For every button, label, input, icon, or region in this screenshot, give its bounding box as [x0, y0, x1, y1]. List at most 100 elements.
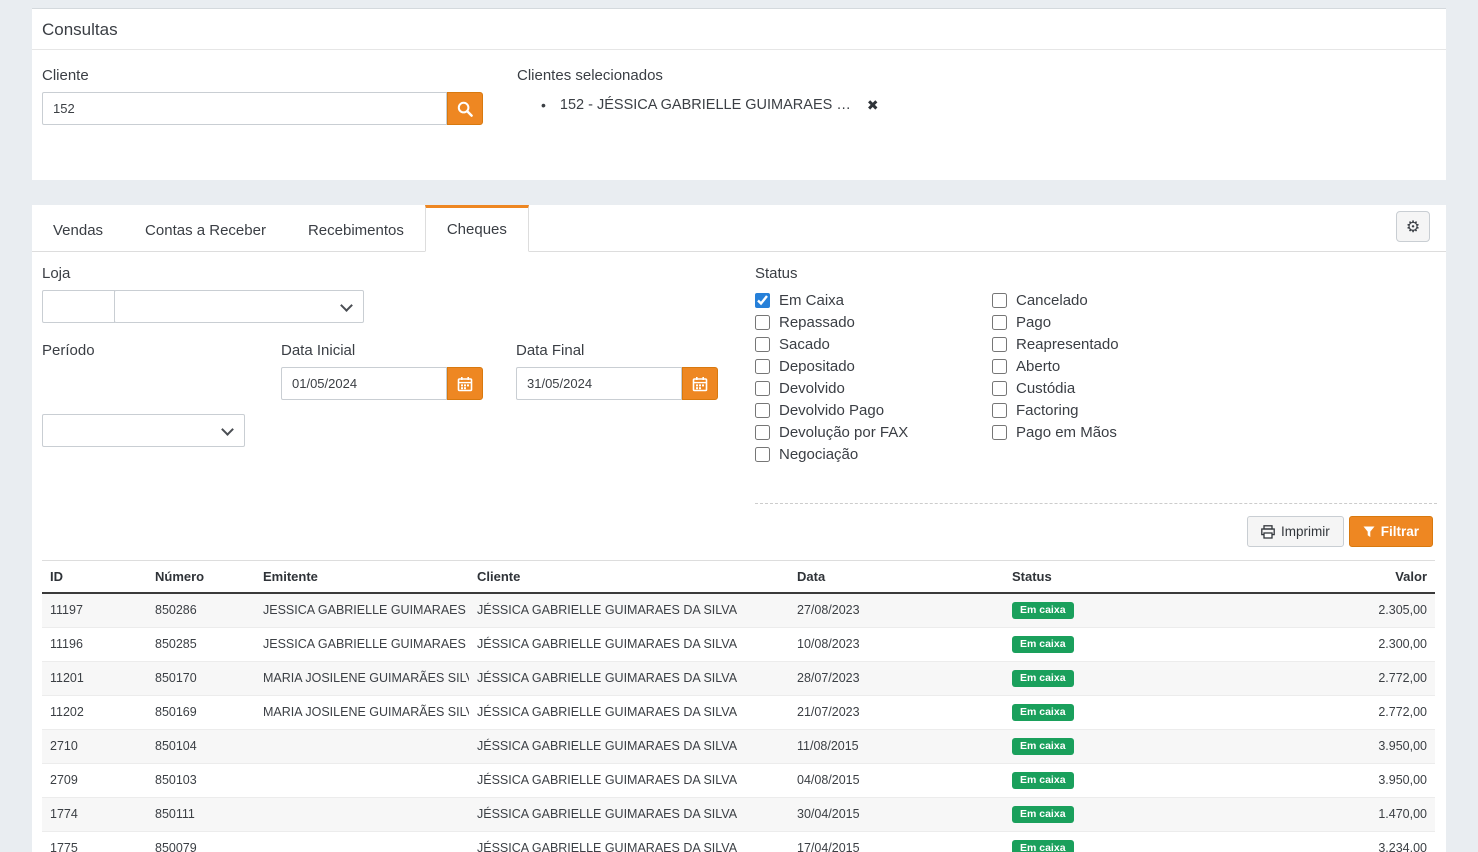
- cell-id: 11202: [42, 696, 147, 730]
- table-body: 11197850286JESSICA GABRIELLE GUIMARAES D…: [42, 593, 1435, 852]
- status-badge: Em caixa: [1012, 806, 1074, 823]
- status-option-label: Repassado: [779, 314, 855, 331]
- status-checkbox-devolvido-pago[interactable]: [755, 403, 770, 418]
- cell-valor: 2.772,00: [1204, 696, 1435, 730]
- status-option-em-caixa[interactable]: Em Caixa: [755, 289, 908, 311]
- cell-id: 1774: [42, 798, 147, 832]
- status-option-devolucao-por-fax[interactable]: Devolução por FAX: [755, 421, 908, 443]
- cell-id: 2709: [42, 764, 147, 798]
- status-badge: Em caixa: [1012, 738, 1074, 755]
- status-badge: Em caixa: [1012, 670, 1074, 687]
- status-checkbox-pago[interactable]: [992, 315, 1007, 330]
- cell-id: 1775: [42, 832, 147, 852]
- cliente-search-button[interactable]: [447, 92, 483, 125]
- status-checkbox-factoring[interactable]: [992, 403, 1007, 418]
- filtrar-button[interactable]: Filtrar: [1349, 516, 1433, 547]
- status-checkbox-pago-em-maos[interactable]: [992, 425, 1007, 440]
- cell-status: Em caixa: [1004, 696, 1204, 730]
- search-icon: [457, 101, 473, 117]
- status-badge: Em caixa: [1012, 772, 1074, 789]
- cell-emitente: [255, 832, 469, 852]
- cell-valor: 2.300,00: [1204, 628, 1435, 662]
- tab-vendas[interactable]: Vendas: [32, 205, 124, 252]
- status-option-label: Depositado: [779, 358, 855, 375]
- page-title: Consultas: [32, 9, 1446, 50]
- cell-valor: 1.470,00: [1204, 798, 1435, 832]
- data-final-calendar-button[interactable]: [682, 367, 718, 400]
- cell-cliente: JÉSSICA GABRIELLE GUIMARAES DA SILVA: [469, 798, 789, 832]
- cell-emitente: JESSICA GABRIELLE GUIMARAES D…: [255, 593, 469, 628]
- periodo-label: Período: [42, 342, 95, 359]
- cell-status: Em caixa: [1004, 798, 1204, 832]
- settings-button[interactable]: ⚙: [1396, 211, 1430, 242]
- status-checkbox-custodia[interactable]: [992, 381, 1007, 396]
- status-option-reapresentado[interactable]: Reapresentado: [992, 333, 1119, 355]
- cell-data: 28/07/2023: [789, 662, 1004, 696]
- status-checkbox-cancelado[interactable]: [992, 293, 1007, 308]
- status-option-aberto[interactable]: Aberto: [992, 355, 1119, 377]
- cell-emitente: [255, 730, 469, 764]
- column-header-status: Status: [1004, 561, 1204, 594]
- status-checkbox-reapresentado[interactable]: [992, 337, 1007, 352]
- status-checkbox-sacado[interactable]: [755, 337, 770, 352]
- cell-numero: 850286: [147, 593, 255, 628]
- column-header-valor: Valor: [1204, 561, 1435, 594]
- tab-recebimentos[interactable]: Recebimentos: [287, 205, 425, 252]
- status-column-1: Em Caixa Repassado Sacado Depositado Devolvi…: [755, 289, 908, 465]
- status-option-cancelado[interactable]: Cancelado: [992, 289, 1119, 311]
- tab-cheques[interactable]: Cheques: [425, 205, 529, 252]
- status-option-custodia[interactable]: Custódia: [992, 377, 1119, 399]
- cell-cliente: JÉSSICA GABRIELLE GUIMARAES DA SILVA: [469, 662, 789, 696]
- status-badge: Em caixa: [1012, 636, 1074, 653]
- selected-clients-list: •152 - JÉSSICA GABRIELLE GUIMARAES …✖: [517, 92, 879, 118]
- status-option-depositado[interactable]: Depositado: [755, 355, 908, 377]
- data-final-input[interactable]: [516, 367, 682, 400]
- status-checkbox-em-caixa[interactable]: [755, 293, 770, 308]
- status-option-sacado[interactable]: Sacado: [755, 333, 908, 355]
- cell-emitente: JESSICA GABRIELLE GUIMARAES D…: [255, 628, 469, 662]
- cell-cliente: JÉSSICA GABRIELLE GUIMARAES DA SILVA: [469, 628, 789, 662]
- cell-valor: 3.234,00: [1204, 832, 1435, 852]
- table-row: 2710850104JÉSSICA GABRIELLE GUIMARAES DA…: [42, 730, 1435, 764]
- cell-valor: 3.950,00: [1204, 764, 1435, 798]
- table-row: 2709850103JÉSSICA GABRIELLE GUIMARAES DA…: [42, 764, 1435, 798]
- status-option-repassado[interactable]: Repassado: [755, 311, 908, 333]
- data-inicial-calendar-button[interactable]: [447, 367, 483, 400]
- cell-numero: 850170: [147, 662, 255, 696]
- cell-status: Em caixa: [1004, 832, 1204, 852]
- remove-client-icon[interactable]: ✖: [867, 97, 879, 114]
- status-option-pago-em-maos[interactable]: Pago em Mãos: [992, 421, 1119, 443]
- cell-cliente: JÉSSICA GABRIELLE GUIMARAES DA SILVA: [469, 764, 789, 798]
- cell-valor: 2.772,00: [1204, 662, 1435, 696]
- imprimir-button[interactable]: Imprimir: [1247, 516, 1344, 547]
- status-checkbox-aberto[interactable]: [992, 359, 1007, 374]
- loja-code-input[interactable]: [42, 290, 115, 323]
- status-checkbox-devolvido[interactable]: [755, 381, 770, 396]
- status-checkbox-negociacao[interactable]: [755, 447, 770, 462]
- status-checkbox-repassado[interactable]: [755, 315, 770, 330]
- status-option-pago[interactable]: Pago: [992, 311, 1119, 333]
- loja-select[interactable]: [114, 290, 364, 323]
- data-inicial-input[interactable]: [281, 367, 447, 400]
- status-option-devolvido-pago[interactable]: Devolvido Pago: [755, 399, 908, 421]
- cell-valor: 2.305,00: [1204, 593, 1435, 628]
- status-checkbox-depositado[interactable]: [755, 359, 770, 374]
- status-option-label: Custódia: [1016, 380, 1075, 397]
- column-header-emitente: Emitente: [255, 561, 469, 594]
- status-badge: Em caixa: [1012, 704, 1074, 721]
- status-badge: Em caixa: [1012, 840, 1074, 852]
- status-option-negociacao[interactable]: Negociação: [755, 443, 908, 465]
- cell-id: 11201: [42, 662, 147, 696]
- periodo-select[interactable]: [42, 414, 245, 447]
- filtrar-label: Filtrar: [1381, 524, 1419, 539]
- divider: [755, 503, 1437, 504]
- status-option-factoring[interactable]: Factoring: [992, 399, 1119, 421]
- cell-data: 30/04/2015: [789, 798, 1004, 832]
- tab-contas-a-receber[interactable]: Contas a Receber: [124, 205, 287, 252]
- cell-emitente: [255, 764, 469, 798]
- cell-data: 10/08/2023: [789, 628, 1004, 662]
- cliente-search-input[interactable]: [42, 92, 447, 125]
- status-checkbox-devolucao-por-fax[interactable]: [755, 425, 770, 440]
- status-option-devolvido[interactable]: Devolvido: [755, 377, 908, 399]
- cell-id: 11196: [42, 628, 147, 662]
